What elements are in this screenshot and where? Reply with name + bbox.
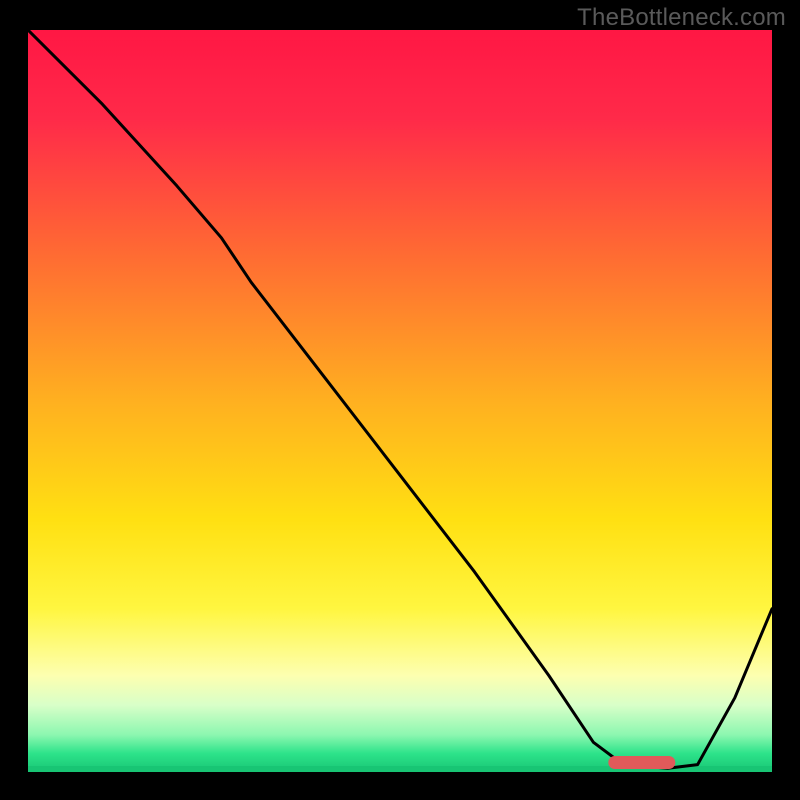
chart-background: [28, 30, 772, 772]
bottleneck-chart: [28, 30, 772, 772]
optimal-marker: [608, 756, 675, 769]
watermark: TheBottleneck.com: [577, 4, 786, 32]
